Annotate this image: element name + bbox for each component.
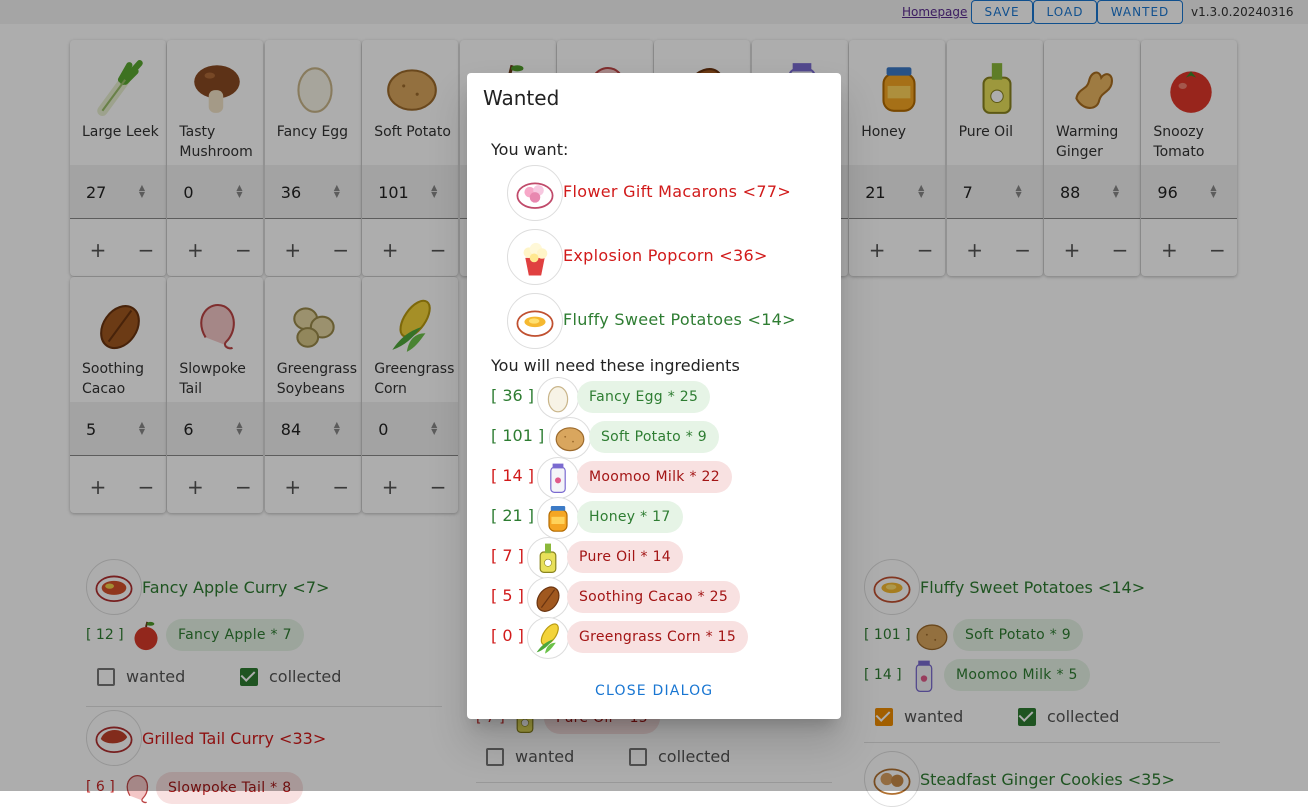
potato-icon [549,417,591,459]
owned-count: [ 0 ] [491,626,524,645]
dialog-title: Wanted [483,86,560,110]
wanted-recipe-label: Flower Gift Macarons <77> [563,182,792,201]
macaron-icon [507,165,563,221]
sweet-potato-dish-icon [507,293,563,349]
popcorn-icon [507,229,563,285]
required-amount-chip: Greengrass Corn * 15 [567,621,749,653]
oil-icon [527,537,569,579]
milk-icon [537,457,579,499]
you-want-label: You want: [491,140,569,159]
close-dialog-button[interactable]: CLOSE DIALOG [595,683,713,699]
owned-count: [ 14 ] [491,466,535,485]
ingredients-needed-label: You will need these ingredients [491,356,740,375]
honey-icon [537,497,579,539]
wanted-recipe-row: Explosion Popcorn <36> [507,229,827,285]
owned-count: [ 5 ] [491,586,524,605]
needed-ingredient-row: [ 5 ] Soothing Cacao * 25 [491,577,821,619]
cacao-icon [527,577,569,619]
needed-ingredient-row: [ 36 ] Fancy Egg * 25 [491,377,821,419]
owned-count: [ 101 ] [491,426,545,445]
required-amount-chip: Soft Potato * 9 [589,421,720,453]
needed-ingredient-row: [ 7 ] Pure Oil * 14 [491,537,821,579]
egg-icon [537,377,579,419]
required-amount-chip: Fancy Egg * 25 [577,381,711,413]
wanted-dialog: Wanted You want: Flower Gift Macarons <7… [467,73,841,719]
wanted-recipe-row: Flower Gift Macarons <77> [507,165,827,221]
needed-ingredient-row: [ 14 ] Moomoo Milk * 22 [491,457,821,499]
required-amount-chip: Soothing Cacao * 25 [567,581,741,613]
owned-count: [ 36 ] [491,386,535,405]
wanted-recipe-label: Explosion Popcorn <36> [563,246,768,265]
corn-icon [527,617,569,659]
required-amount-chip: Moomoo Milk * 22 [577,461,732,493]
owned-count: [ 7 ] [491,546,524,565]
required-amount-chip: Honey * 17 [577,501,683,533]
needed-ingredient-row: [ 101 ] Soft Potato * 9 [491,417,821,459]
wanted-recipe-label: Fluffy Sweet Potatoes <14> [563,310,796,329]
wanted-recipe-row: Fluffy Sweet Potatoes <14> [507,293,827,349]
needed-ingredient-row: [ 0 ] Greengrass Corn * 15 [491,617,821,659]
owned-count: [ 21 ] [491,506,535,525]
required-amount-chip: Pure Oil * 14 [567,541,683,573]
needed-ingredient-row: [ 21 ] Honey * 17 [491,497,821,539]
